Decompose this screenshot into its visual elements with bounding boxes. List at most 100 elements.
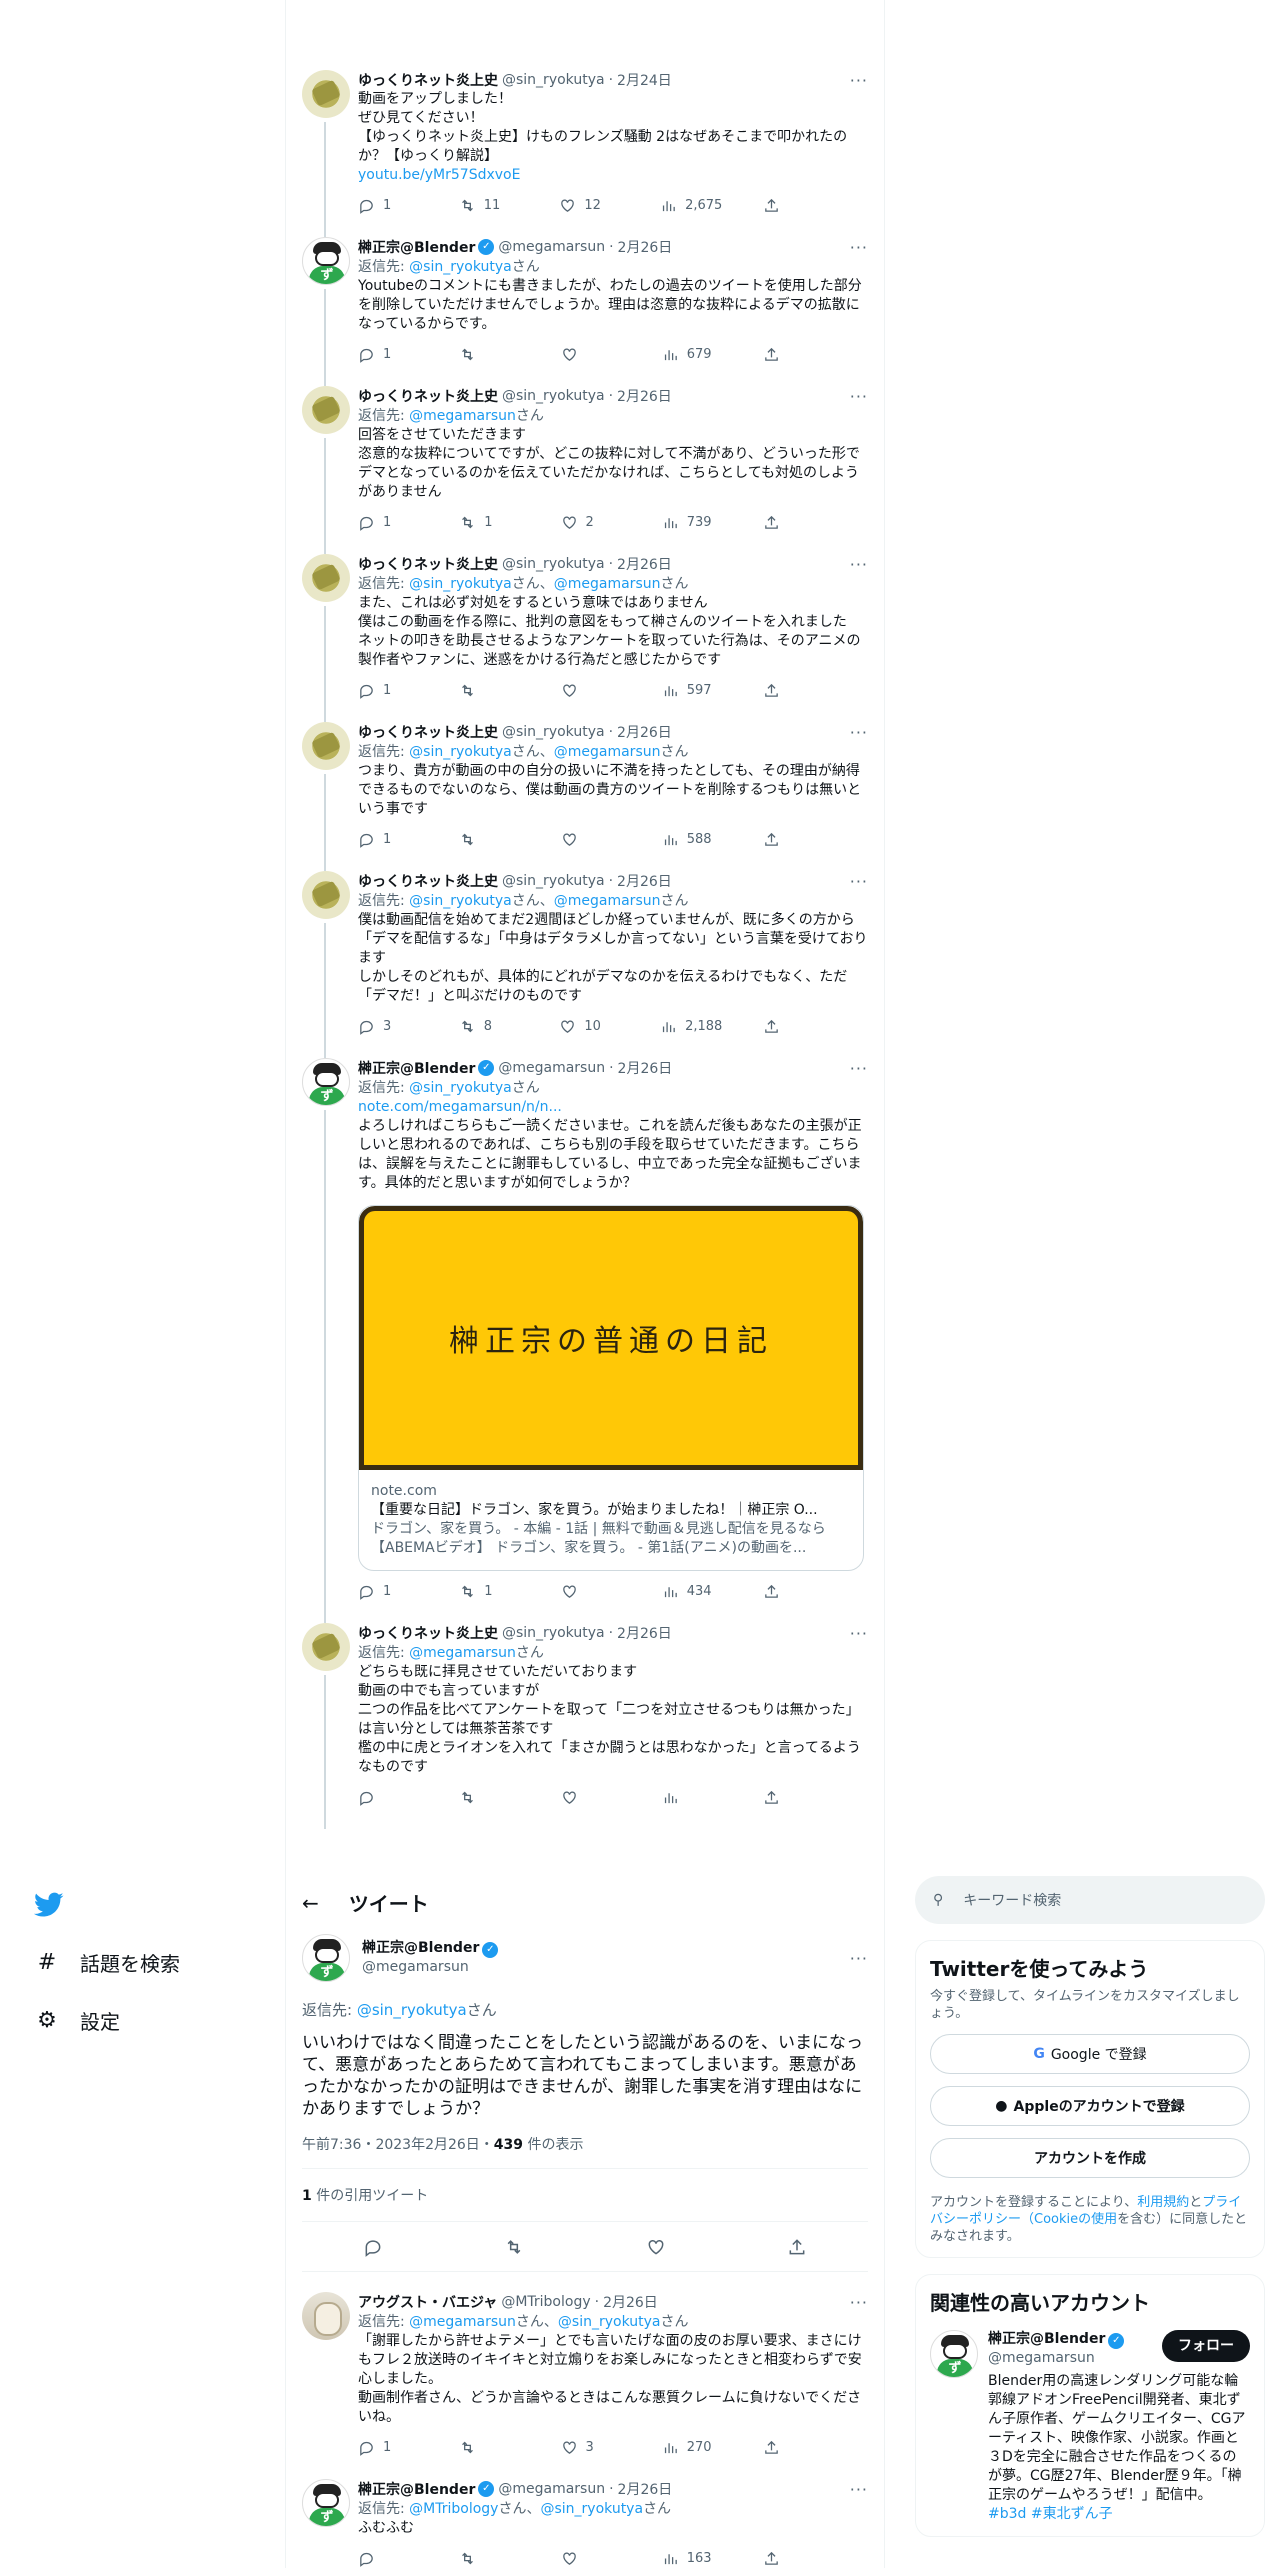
tweet-link[interactable]: youtu.be/yMr57SdxvoE <box>358 167 520 183</box>
views-action[interactable]: 434 <box>662 1583 722 1600</box>
share-action[interactable] <box>763 346 783 363</box>
retweet-icon[interactable] <box>459 346 476 363</box>
views-action[interactable]: 270 <box>662 2439 722 2456</box>
tweet-date[interactable]: 2月26日 <box>618 2479 673 2499</box>
like-action[interactable] <box>561 682 621 699</box>
reply-icon[interactable] <box>358 1789 375 1806</box>
share-action[interactable] <box>763 2550 783 2567</box>
more-icon[interactable]: ··· <box>850 1949 868 1968</box>
reply-action[interactable]: 1 <box>358 197 418 214</box>
reply-mention[interactable]: @sin_ryokutya <box>558 2314 661 2330</box>
tweet-date[interactable]: 2月26日 <box>617 554 672 574</box>
like-action[interactable]: 10 <box>559 1018 619 1035</box>
like-icon[interactable] <box>646 2237 666 2257</box>
tweet[interactable]: ず榊正宗@Blender ✓ @megamarsun · 2月26日 ··· 返信先: @s… <box>286 1050 884 1623</box>
tweet-date[interactable]: 2月26日 <box>617 386 672 406</box>
author-name[interactable]: 榊正宗@Blender <box>358 1058 475 1078</box>
reply-action[interactable]: 1 <box>358 514 418 531</box>
tweet-date[interactable]: 2月26日 <box>603 2292 658 2312</box>
reply-action[interactable]: 1 <box>358 682 418 699</box>
reply-mention[interactable]: @sin_ryokutya <box>409 1080 512 1096</box>
reply-mention[interactable]: @sin_ryokutya <box>409 744 512 760</box>
avatar[interactable]: ず <box>930 2330 978 2378</box>
share-icon[interactable] <box>763 1583 780 1600</box>
views-icon[interactable] <box>662 2550 679 2567</box>
back-arrow-icon[interactable]: ← <box>302 1891 319 1915</box>
cookie-link[interactable]: （Cookieの使用 <box>1021 2212 1117 2227</box>
views-action[interactable]: 2,188 <box>660 1018 722 1035</box>
apple-signup-button[interactable]: ● Appleのアカウントで登録 <box>930 2086 1250 2126</box>
retweet-action[interactable] <box>459 682 519 699</box>
tweet-date[interactable]: 2月26日 <box>618 1058 673 1078</box>
related-hashtags[interactable]: #b3d #東北ずん子 <box>988 2506 1113 2522</box>
tweet[interactable]: アウグスト・バエジャ @MTribology · 2月26日 ··· 返信先: @mega… <box>286 2284 884 2471</box>
more-icon[interactable]: ··· <box>850 555 868 574</box>
author-handle[interactable]: @MTribology <box>501 2294 590 2310</box>
views-icon[interactable] <box>662 346 679 363</box>
author-name[interactable]: アウグスト・バエジャ <box>358 2292 497 2312</box>
reply-mention[interactable]: @megamarsun <box>409 408 516 424</box>
reply-action[interactable]: 1 <box>358 2439 418 2456</box>
avatar[interactable] <box>302 871 350 919</box>
author-name[interactable]: ゆっくりネット炎上史 <box>358 871 498 891</box>
retweet-action[interactable]: 11 <box>459 197 519 214</box>
reply-icon[interactable] <box>358 682 375 699</box>
share-icon[interactable] <box>763 346 780 363</box>
retweet-icon[interactable] <box>459 2550 476 2567</box>
reply-action[interactable]: 3 <box>358 1018 418 1035</box>
author-handle[interactable]: @sin_ryokutya <box>502 1625 605 1641</box>
views-action[interactable]: 739 <box>662 514 722 531</box>
reply-action[interactable]: 1 <box>358 831 418 848</box>
related-name[interactable]: 榊正宗@Blender <box>988 2331 1105 2347</box>
like-icon[interactable] <box>561 682 578 699</box>
avatar[interactable] <box>302 70 350 118</box>
reply-mention[interactable]: @megamarsun <box>409 2314 516 2330</box>
reply-mention[interactable]: @sin_ryokutya <box>357 2001 467 2019</box>
reply-action[interactable] <box>358 2550 418 2567</box>
reply-mention[interactable]: @megamarsun <box>409 1645 516 1661</box>
like-action[interactable] <box>561 1583 621 1600</box>
retweet-icon[interactable] <box>459 514 476 531</box>
retweet-action[interactable] <box>459 346 519 363</box>
reply-action[interactable]: 1 <box>358 346 418 363</box>
share-icon[interactable] <box>763 831 780 848</box>
share-icon[interactable] <box>763 514 780 531</box>
more-icon[interactable]: ··· <box>850 872 868 891</box>
share-icon[interactable] <box>787 2237 807 2257</box>
author-handle[interactable]: @megamarsun <box>498 2481 605 2497</box>
views-icon[interactable] <box>662 1789 679 1806</box>
author-handle[interactable]: @sin_ryokutya <box>502 724 605 740</box>
tweet-date[interactable]: 2月24日 <box>617 70 672 90</box>
share-icon[interactable] <box>763 2550 780 2567</box>
author-handle[interactable]: @sin_ryokutya <box>502 388 605 404</box>
views-icon[interactable] <box>662 1583 679 1600</box>
views-action[interactable]: 2,675 <box>660 197 722 214</box>
like-icon[interactable] <box>559 1018 576 1035</box>
views-icon[interactable] <box>662 2439 679 2456</box>
like-action[interactable]: 3 <box>561 2439 621 2456</box>
avatar[interactable] <box>302 554 350 602</box>
tweet[interactable]: ゆっくりネット炎上史 @sin_ryokutya · 2月24日 ··· 動画をアップしま… <box>286 62 884 237</box>
reply-icon[interactable] <box>358 197 375 214</box>
like-action[interactable] <box>561 346 621 363</box>
twitter-bird-icon[interactable] <box>34 1892 64 1918</box>
tweet[interactable]: ず榊正宗@Blender ✓ @megamarsun · 2月26日 ··· 返信先: @s… <box>286 229 884 386</box>
avatar[interactable]: ず <box>302 237 350 285</box>
like-action[interactable]: 2 <box>561 514 621 531</box>
author-name[interactable]: ゆっくりネット炎上史 <box>358 386 498 406</box>
nav-settings[interactable]: ⚙ 設定 <box>34 2006 120 2035</box>
retweet-icon[interactable] <box>459 682 476 699</box>
author-handle[interactable]: @sin_ryokutya <box>502 873 605 889</box>
detail-author[interactable]: ず 榊正宗@Blender ✓ @megamarsun ··· <box>286 1929 884 1987</box>
terms-link[interactable]: 利用規約 <box>1137 2195 1189 2210</box>
retweet-action[interactable] <box>459 2550 519 2567</box>
author-name[interactable]: 榊正宗@Blender <box>358 237 475 257</box>
share-action[interactable] <box>763 1789 783 1806</box>
reply-mention[interactable]: @MTribology <box>409 2501 498 2517</box>
share-icon[interactable] <box>763 197 780 214</box>
retweet-icon[interactable] <box>459 1583 476 1600</box>
retweet-action[interactable]: 8 <box>459 1018 519 1035</box>
views-icon[interactable] <box>662 514 679 531</box>
more-icon[interactable]: ··· <box>850 723 868 742</box>
reply-mention[interactable]: @megamarsun <box>554 893 661 909</box>
